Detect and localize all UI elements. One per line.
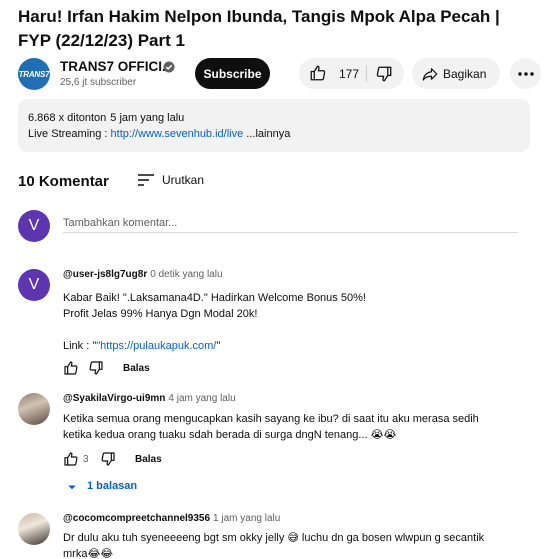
thumbs-down-icon bbox=[376, 66, 392, 82]
description-stats: 6.868 x ditonton 5 jam yang lalu bbox=[28, 111, 520, 126]
subscriber-count: 25,6 jt subscriber bbox=[60, 77, 137, 88]
like-count: 177 bbox=[339, 67, 360, 81]
comments-count: 10 Komentar bbox=[18, 173, 109, 190]
comment-header: @SyakilaVirgo-ui9mn 4 jam yang lalu bbox=[63, 393, 236, 404]
thumbs-down-icon[interactable] bbox=[88, 360, 104, 376]
comment-text: Kabar Baik! ".Laksamana4D." Hadirkan Wel… bbox=[63, 290, 528, 354]
replies-toggle[interactable]: 1 balasan bbox=[66, 478, 156, 496]
more-actions-button[interactable] bbox=[510, 58, 541, 89]
comment-item: @cocomcompreetchannel9356 1 jam yang lalu… bbox=[18, 513, 528, 559]
comment-line: Dr dulu aku tuh syeneeeeng bgt sm okky j… bbox=[63, 532, 485, 544]
share-icon bbox=[422, 68, 438, 81]
comment-time[interactable]: 4 jam yang lalu bbox=[168, 393, 235, 404]
description-prefix: Live Streaming : bbox=[28, 128, 111, 140]
owner-row: TRANS7 TRANS7 OFFICI... 25,6 jt subscrib… bbox=[18, 58, 541, 90]
share-label: Bagikan bbox=[443, 67, 487, 81]
comment-time[interactable]: 0 detik yang lalu bbox=[150, 269, 222, 280]
video-title: Haru! Irfan Hakim Nelpon Ibunda, Tangis … bbox=[18, 7, 500, 50]
comment-link-line: Link : ""https://pulaukapuk.com/" bbox=[63, 338, 528, 354]
comment-line: Profit Jelas 99% Hanya Dgn Modal 20k! bbox=[63, 308, 258, 320]
reply-button[interactable]: Balas bbox=[135, 454, 162, 465]
more-horizontal-icon bbox=[517, 71, 534, 76]
share-button[interactable]: Bagikan bbox=[412, 58, 500, 89]
comment-line: Kabar Baik! ".Laksamana4D." Hadirkan Wel… bbox=[63, 292, 366, 304]
replies-count: 1 balasan bbox=[87, 480, 138, 492]
comment-line: mrka😂😂 bbox=[63, 548, 114, 559]
description-line: Live Streaming : http://www.sevenhub.id/… bbox=[28, 127, 520, 142]
sort-icon[interactable] bbox=[137, 171, 155, 189]
channel-name[interactable]: TRANS7 OFFICI... bbox=[60, 59, 173, 74]
description-box[interactable]: 6.868 x ditonton 5 jam yang lalu Live Str… bbox=[18, 99, 530, 152]
like-dislike-group: 177 bbox=[299, 58, 404, 89]
thumbs-down-icon[interactable] bbox=[100, 451, 116, 467]
upload-age: 5 jam yang lalu bbox=[110, 112, 185, 124]
comment-link-suffix: " bbox=[216, 340, 221, 352]
description-link[interactable]: http://www.sevenhub.id/live bbox=[111, 128, 244, 140]
comment-item: @SyakilaVirgo-ui9mn 4 jam yang lalu Ketik… bbox=[18, 393, 528, 473]
user-avatar: V bbox=[18, 210, 50, 242]
chevron-down-icon bbox=[68, 485, 76, 490]
description-more-link[interactable]: ...lainnya bbox=[243, 128, 290, 140]
sort-button[interactable]: Urutkan bbox=[162, 173, 204, 187]
subscribe-button[interactable]: Subscribe bbox=[195, 58, 270, 89]
view-count: 6.868 x ditonton bbox=[28, 112, 107, 124]
thumbs-up-icon[interactable] bbox=[63, 451, 79, 467]
comment-text: Dr dulu aku tuh syeneeeeng bgt sm okky j… bbox=[63, 530, 528, 559]
comment-like-count: 3 bbox=[83, 454, 89, 465]
verified-icon bbox=[163, 61, 175, 73]
comment-avatar[interactable]: V bbox=[18, 269, 50, 301]
dislike-button[interactable] bbox=[367, 58, 404, 89]
comment-header: @user-js8lg7ug8r 0 detik yang lalu bbox=[63, 269, 223, 280]
comment-item: V @user-js8lg7ug8r 0 detik yang lalu Kaba… bbox=[18, 269, 528, 379]
thumbs-up-icon[interactable] bbox=[63, 360, 79, 376]
comment-link-prefix: Link : " bbox=[63, 340, 97, 352]
add-comment-row: V bbox=[18, 210, 518, 244]
comment-line: Ketika semua orang mengucapkan kasih say… bbox=[63, 413, 479, 425]
thumbs-up-icon bbox=[310, 65, 326, 81]
comment-avatar[interactable] bbox=[18, 513, 50, 545]
like-button[interactable]: 177 bbox=[299, 58, 365, 89]
add-comment-input[interactable] bbox=[63, 213, 518, 233]
comment-avatar[interactable] bbox=[18, 393, 50, 425]
channel-avatar[interactable]: TRANS7 bbox=[18, 58, 50, 90]
comment-line: ketika kedua orang tuaku sdah berada di … bbox=[63, 429, 397, 441]
comment-author[interactable]: @user-js8lg7ug8r bbox=[63, 269, 147, 280]
channel-logo: TRANS7 bbox=[18, 69, 50, 79]
comment-text: Ketika semua orang mengucapkan kasih say… bbox=[63, 411, 528, 443]
comment-header: @cocomcompreetchannel9356 1 jam yang lalu bbox=[63, 513, 280, 524]
comment-actions: 3 Balas bbox=[63, 451, 263, 469]
comment-actions: Balas bbox=[63, 360, 263, 378]
comment-author[interactable]: @SyakilaVirgo-ui9mn bbox=[63, 393, 165, 404]
reply-button[interactable]: Balas bbox=[123, 363, 150, 374]
comment-author[interactable]: @cocomcompreetchannel9356 bbox=[63, 513, 210, 524]
comment-time[interactable]: 1 jam yang lalu bbox=[213, 513, 280, 524]
comment-link[interactable]: "https://pulaukapuk.com/ bbox=[96, 340, 216, 352]
